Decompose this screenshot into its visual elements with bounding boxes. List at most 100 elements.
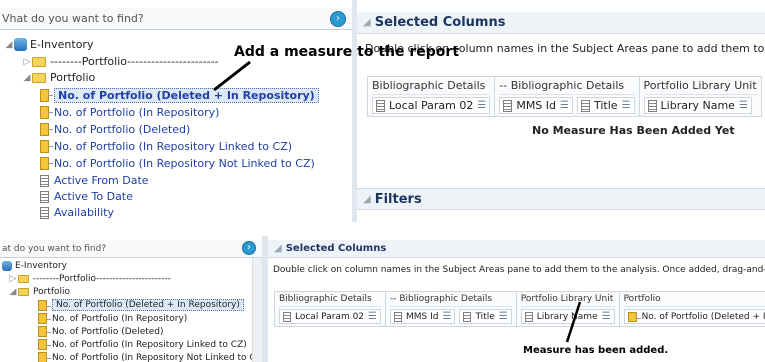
column-chip-new-measure[interactable]: No. of Portfolio (Deleted + In Repositor… bbox=[623, 309, 765, 324]
column-chip[interactable]: Library Name ☰ bbox=[643, 97, 752, 114]
tree-node-label: No. of Portfolio (Deleted) bbox=[54, 123, 191, 136]
callout-add-measure: Add a measure to the report bbox=[234, 44, 460, 60]
tree-node-attribute[interactable]: Availability bbox=[40, 206, 114, 219]
folder-icon bbox=[18, 288, 29, 296]
column-menu-icon[interactable]: ☰ bbox=[499, 311, 508, 322]
collapse-icon[interactable]: ◢ bbox=[22, 73, 32, 83]
column-group-header: -- Bibliographic Details bbox=[499, 79, 635, 95]
tree-node-label: Portfolio bbox=[33, 287, 71, 297]
screenshot-gap bbox=[0, 222, 765, 236]
column-group: -- Bibliographic Details MMS Id ☰ Title ☰ bbox=[495, 77, 640, 116]
expand-icon[interactable]: ▷ bbox=[8, 274, 18, 284]
column-chip[interactable]: MMS Id ☰ bbox=[390, 309, 456, 324]
selected-columns-area: Bibliographic Details Local Param 02 ☰ --… bbox=[274, 291, 765, 327]
column-group-header: Bibliographic Details bbox=[279, 294, 381, 307]
column-group: -- Bibliographic Details MMS Id ☰ Title ☰ bbox=[386, 292, 517, 326]
column-group-header: Portfolio Library Unit bbox=[643, 79, 757, 95]
column-chip[interactable]: Library Name ☰ bbox=[520, 309, 615, 324]
tree-node-folder[interactable]: ▷ --------Portfolio---------------------… bbox=[8, 274, 171, 284]
folder-icon bbox=[32, 56, 46, 67]
tree-node-label: E-Inventory bbox=[30, 38, 94, 51]
measure-icon bbox=[40, 157, 53, 170]
measure-icon bbox=[38, 352, 51, 362]
tree-node-attribute[interactable]: Active From Date bbox=[40, 174, 149, 187]
column-chip[interactable]: Local Param 02 ☰ bbox=[372, 97, 491, 114]
attribute-column-icon bbox=[463, 311, 472, 322]
column-menu-icon[interactable]: ☰ bbox=[560, 100, 569, 111]
chip-label: Library Name bbox=[660, 99, 735, 112]
section-title: Filters bbox=[374, 191, 422, 207]
tree-node-folder-portfolio[interactable]: ◢ Portfolio bbox=[8, 287, 71, 297]
tree-node-label: No. of Portfolio (In Repository) bbox=[52, 313, 188, 324]
tree-node-label: Portfolio bbox=[50, 71, 96, 84]
attribute-column-icon bbox=[376, 99, 385, 112]
tree-node-folder-portfolio[interactable]: ◢ Portfolio bbox=[22, 71, 96, 84]
tree-node-measure[interactable]: No. of Portfolio (In Repository Not Link… bbox=[40, 157, 315, 170]
attribute-column-icon bbox=[503, 99, 513, 112]
collapse-icon[interactable]: ◢ bbox=[4, 40, 14, 50]
tree-node-label-selected: No. of Portfolio (Deleted + In Repositor… bbox=[52, 299, 244, 311]
measure-icon bbox=[38, 313, 51, 324]
collapse-icon[interactable]: ◢ bbox=[8, 287, 18, 297]
chip-label: MMS Id bbox=[516, 99, 557, 112]
measure-icon bbox=[38, 339, 51, 350]
column-chip[interactable]: Title ☰ bbox=[576, 97, 635, 114]
bottom-subject-tree: E-Inventory ▷ --------Portfolio---------… bbox=[0, 236, 262, 362]
chip-label: Title bbox=[593, 99, 618, 112]
tree-node-measure[interactable]: No. of Portfolio (In Repository) bbox=[38, 313, 187, 324]
folder-icon bbox=[18, 275, 29, 283]
selected-columns-header[interactable]: ◢ Selected Columns bbox=[268, 240, 765, 258]
tree-node-measure[interactable]: No. of Portfolio (In Repository Not Link… bbox=[38, 352, 262, 362]
column-group-header: -- Bibliographic Details bbox=[390, 294, 512, 307]
tree-node-label: --------Portfolio----------------------- bbox=[33, 274, 171, 284]
tree-node-measure[interactable]: No. of Portfolio (In Repository Linked t… bbox=[40, 140, 292, 153]
tree-node-label: --------Portfolio----------------------- bbox=[50, 55, 219, 68]
bottom-subject-areas-pane: at do you want to find? › E-Inventory ▷ … bbox=[0, 236, 262, 362]
tree-node-e-inventory[interactable]: ◢ E-Inventory bbox=[4, 38, 93, 51]
measure-icon bbox=[627, 311, 641, 322]
selected-columns-header[interactable]: ◢ Selected Columns bbox=[357, 12, 765, 34]
expand-icon[interactable]: ▷ bbox=[22, 57, 32, 67]
collapse-triangle-icon[interactable]: ◢ bbox=[363, 194, 371, 205]
top-subject-tree: ◢ E-Inventory ▷ --------Portfolio-------… bbox=[0, 0, 352, 222]
column-menu-icon[interactable]: ☰ bbox=[602, 311, 611, 322]
column-menu-icon[interactable]: ☰ bbox=[739, 100, 748, 111]
column-group: Portfolio Library Unit Library Name ☰ bbox=[517, 292, 620, 326]
tree-node-label: No. of Portfolio (In Repository Linked t… bbox=[52, 339, 247, 350]
collapse-triangle-icon[interactable]: ◢ bbox=[274, 243, 282, 254]
tree-node-measure[interactable]: No. of Portfolio (Deleted + In Repositor… bbox=[40, 88, 319, 103]
measure-icon bbox=[38, 299, 51, 311]
subject-area-icon bbox=[14, 38, 27, 51]
column-menu-icon[interactable]: ☰ bbox=[477, 100, 486, 111]
tree-node-label: Active From Date bbox=[54, 174, 149, 187]
tree-scrollbar[interactable] bbox=[252, 258, 262, 362]
tree-node-measure[interactable]: No. of Portfolio (Deleted + In Repositor… bbox=[38, 299, 244, 311]
tree-node-folder[interactable]: ▷ --------Portfolio---------------------… bbox=[22, 55, 219, 68]
empty-measure-message: No Measure Has Been Added Yet bbox=[532, 124, 735, 137]
tree-node-measure[interactable]: No. of Portfolio (Deleted) bbox=[38, 326, 164, 337]
top-analysis-pane: ◢ Selected Columns Double click on colum… bbox=[357, 0, 765, 222]
tree-node-measure[interactable]: No. of Portfolio (In Repository Linked t… bbox=[38, 339, 247, 350]
column-menu-icon[interactable]: ☰ bbox=[622, 100, 631, 111]
attribute-column-icon bbox=[40, 174, 49, 187]
callout-measure-added: Measure has been added. bbox=[523, 345, 669, 356]
tree-node-measure[interactable]: No. of Portfolio (In Repository) bbox=[40, 106, 219, 119]
bottom-analysis-pane: ◢ Selected Columns Double click on colum… bbox=[268, 236, 765, 362]
column-menu-icon[interactable]: ☰ bbox=[442, 311, 451, 322]
tree-node-e-inventory[interactable]: E-Inventory bbox=[2, 261, 67, 271]
tree-node-attribute[interactable]: Active To Date bbox=[40, 190, 133, 203]
filters-header[interactable]: ◢ Filters bbox=[357, 188, 765, 210]
collapse-triangle-icon[interactable]: ◢ bbox=[363, 17, 371, 28]
attribute-column-icon bbox=[394, 311, 402, 322]
column-menu-icon[interactable]: ☰ bbox=[368, 311, 377, 322]
measure-icon bbox=[40, 140, 53, 153]
tree-node-measure[interactable]: No. of Portfolio (Deleted) bbox=[40, 123, 190, 136]
column-group-header: Portfolio bbox=[623, 294, 765, 307]
column-chip[interactable]: Local Param 02 ☰ bbox=[279, 309, 381, 324]
tree-node-label: No. of Portfolio (In Repository Linked t… bbox=[54, 140, 293, 153]
selected-columns-area: Bibliographic Details Local Param 02 ☰ --… bbox=[367, 76, 762, 117]
column-chip[interactable]: Title ☰ bbox=[459, 309, 512, 324]
chip-label: MMS Id bbox=[406, 311, 439, 322]
folder-icon bbox=[32, 72, 46, 83]
column-chip[interactable]: MMS Id ☰ bbox=[499, 97, 573, 114]
